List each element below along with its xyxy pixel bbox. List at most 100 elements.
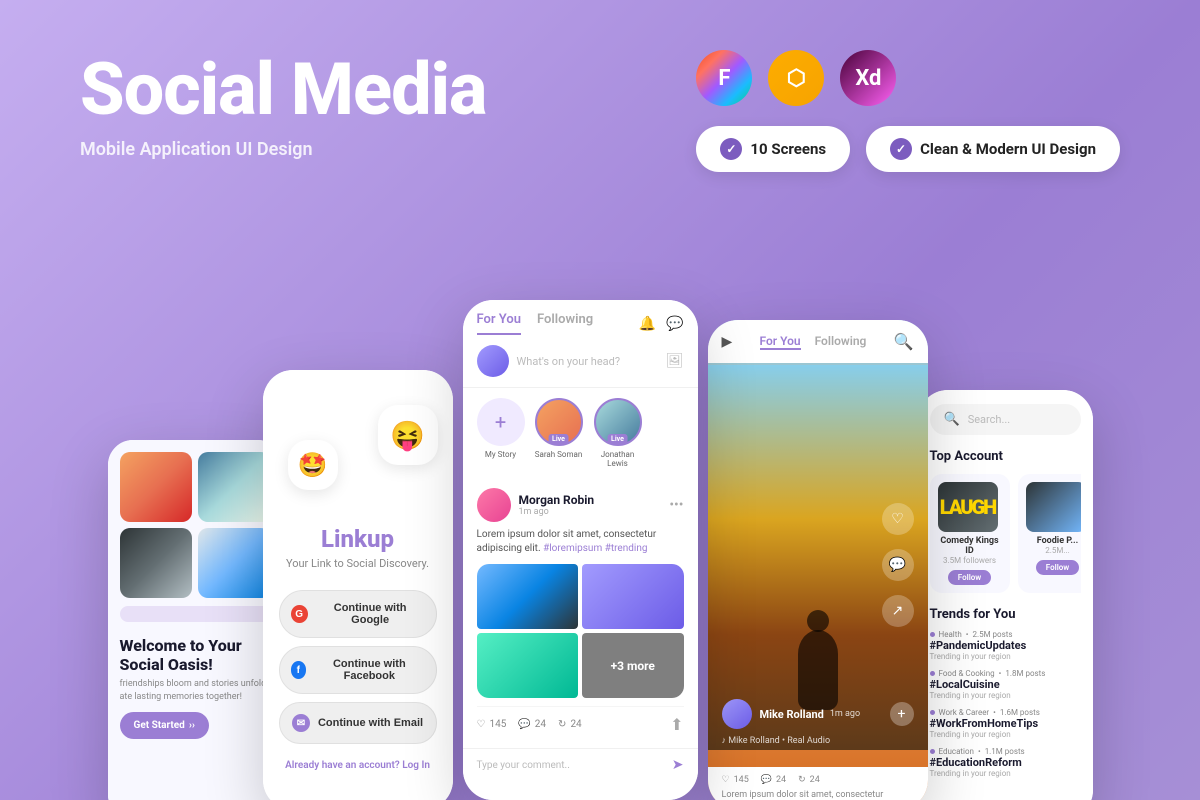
video-play-icon: ▶	[722, 334, 733, 350]
trend-1: Health • 2.5M posts #PandemicUpdates Tre…	[930, 630, 1081, 661]
sketch-icon: ⬡	[768, 50, 824, 106]
login-link-area: Already have an account? Log In	[285, 760, 430, 771]
trend-1-category: Health • 2.5M posts	[930, 630, 1081, 639]
video-shares: ↻ 24	[798, 775, 820, 785]
post-more-photos[interactable]: +3 more	[582, 633, 684, 698]
bell-icon[interactable]: 🔔	[639, 316, 656, 332]
phone-login: 😝 🤩 Linkup Your Link to Social Discovery…	[263, 370, 453, 800]
trend-2-name: #LocalCuisine	[930, 678, 1081, 691]
video-user-info: Mike Rolland 1m ago + ♪ Mike Rolland • R…	[722, 699, 914, 750]
badges-group: ✓ 10 Screens ✓ Clean & Modern UI Design	[696, 126, 1120, 172]
post-photo-grid: +3 more	[477, 564, 684, 698]
heart-icon-video: ♡	[722, 775, 730, 785]
heart-icon: ♡	[477, 719, 486, 730]
video-user-avatar	[722, 699, 752, 729]
video-search-icon[interactable]: 🔍	[894, 332, 914, 351]
foodie-thumbnail	[1026, 482, 1081, 532]
tab-for-you[interactable]: For You	[477, 312, 521, 335]
live-badge-1: Live	[548, 434, 569, 444]
story-jonathan[interactable]: Live Jonathan Lewis	[593, 398, 643, 468]
post-time: 1m ago	[519, 507, 595, 517]
add-story-button[interactable]: +	[477, 398, 525, 446]
google-login-button[interactable]: G Continue with Google	[279, 590, 437, 638]
image-add-icon[interactable]: 🖼	[666, 353, 684, 369]
video-share-btn[interactable]: ↗	[882, 595, 914, 627]
video-bottom-bar: ♡ 145 💬 24 ↻ 24 Lorem ipsum dolor sit am…	[708, 767, 928, 800]
foodie-name: Foodie P...	[1026, 536, 1081, 546]
comment-icon-video: 💬	[761, 775, 772, 785]
jonathan-avatar: Live	[594, 398, 642, 446]
phone2-content: 😝 🤩 Linkup Your Link to Social Discovery…	[263, 370, 453, 800]
get-started-button[interactable]: Get Started ››	[120, 712, 209, 739]
post-author-info: Morgan Robin 1m ago	[519, 493, 595, 517]
phone-welcome: Welcome to Your Social Oasis! friendship…	[108, 440, 283, 800]
trend-4-name: #EducationReform	[930, 756, 1081, 769]
send-icon[interactable]: ➤	[672, 757, 684, 773]
trend-1-sub: Trending in your region	[930, 652, 1081, 661]
video-plus-btn[interactable]: +	[890, 702, 914, 726]
login-link[interactable]: Log In	[402, 760, 430, 771]
post-author-name: Morgan Robin	[519, 493, 595, 507]
comment-input[interactable]: Type your comment..	[477, 760, 664, 771]
video-comments: 💬 24	[761, 775, 786, 785]
photo-grid	[120, 452, 271, 598]
foodie-followers: 2.5M...	[1026, 546, 1081, 555]
right-header: F ⬡ Xd ✓ 10 Screens ✓ Clean & Modern UI …	[696, 50, 1120, 172]
facebook-icon: f	[291, 661, 307, 679]
post-photo-3	[477, 633, 579, 698]
search-bar[interactable]: 🔍 Search...	[930, 404, 1081, 435]
welcome-sub: friendships bloom and stories unfold. at…	[120, 678, 271, 703]
arrow-icon: ››	[189, 720, 195, 731]
message-icon[interactable]: 💬	[666, 316, 683, 332]
dot-1	[930, 632, 935, 637]
top-accounts-list: LAUGH Comedy Kings ID 3.5M followers Fol…	[930, 474, 1081, 593]
photo-1	[120, 452, 193, 522]
share-icon-video: ↻	[798, 775, 806, 785]
save-icon[interactable]: ⬆	[670, 715, 683, 734]
dot-4	[930, 749, 935, 754]
video-like-btn[interactable]: ♡	[882, 503, 914, 535]
share-action[interactable]: ↻ 24	[558, 715, 582, 734]
morgan-avatar	[477, 488, 511, 522]
app-logo: Linkup	[321, 525, 394, 553]
post-photo-1	[477, 564, 579, 629]
story-sarah[interactable]: Live Sarah Soman	[535, 398, 583, 468]
comment-action[interactable]: 💬 24	[518, 715, 546, 734]
sarah-name: Sarah Soman	[535, 450, 583, 459]
trend-3-sub: Trending in your region	[930, 730, 1081, 739]
like-action[interactable]: ♡ 145	[477, 715, 507, 734]
post-header: Morgan Robin 1m ago •••	[477, 488, 684, 522]
comedy-name: Comedy Kings ID	[938, 536, 1002, 556]
photo-3	[120, 528, 193, 598]
video-tab-following[interactable]: Following	[815, 334, 867, 350]
video-actions-right: ♡ 💬 ↗	[882, 503, 914, 627]
photo-2	[198, 452, 271, 522]
trend-2: Food & Cooking • 1.8M posts #LocalCuisin…	[930, 669, 1081, 700]
sarah-avatar: Live	[535, 398, 583, 446]
post-input-field[interactable]: What's on your head?	[517, 355, 658, 368]
search-input[interactable]: Search...	[968, 413, 1011, 426]
more-options-icon[interactable]: •••	[669, 497, 683, 513]
post-photo-2	[582, 564, 684, 629]
screens-badge: ✓ 10 Screens	[696, 126, 850, 172]
story-add[interactable]: + My Story	[477, 398, 525, 468]
xd-icon: Xd	[840, 50, 896, 106]
video-tab-foryou[interactable]: For You	[760, 334, 801, 350]
email-login-button[interactable]: ✉ Continue with Email	[279, 702, 437, 744]
my-story-label: My Story	[485, 450, 516, 459]
feed-post: Morgan Robin 1m ago ••• Lorem ipsum dolo…	[463, 478, 698, 748]
phone-search: 🔍 Search... Top Account LAUGH Comedy Kin…	[918, 390, 1093, 800]
tab-following[interactable]: Following	[537, 312, 593, 335]
video-user-row: Mike Rolland 1m ago +	[722, 699, 914, 729]
video-time: 1m ago	[830, 709, 860, 719]
trend-4-sub: Trending in your region	[930, 769, 1081, 778]
phone4-content: ▶ For You Following 🔍 ♡ 💬 ↗	[708, 320, 928, 800]
follow-comedy-button[interactable]: Follow	[948, 570, 991, 585]
follow-foodie-button[interactable]: Follow	[1036, 560, 1079, 575]
video-comment-btn[interactable]: 💬	[882, 549, 914, 581]
hero-background: Social Media Mobile Application UI Desig…	[0, 0, 1200, 800]
video-top-bar: ▶ For You Following 🔍	[708, 320, 928, 363]
phones-container: Welcome to Your Social Oasis! friendship…	[0, 300, 1200, 800]
video-music-info: ♪ Mike Rolland • Real Audio	[722, 735, 914, 746]
facebook-login-button[interactable]: f Continue with Facebook	[279, 646, 437, 694]
